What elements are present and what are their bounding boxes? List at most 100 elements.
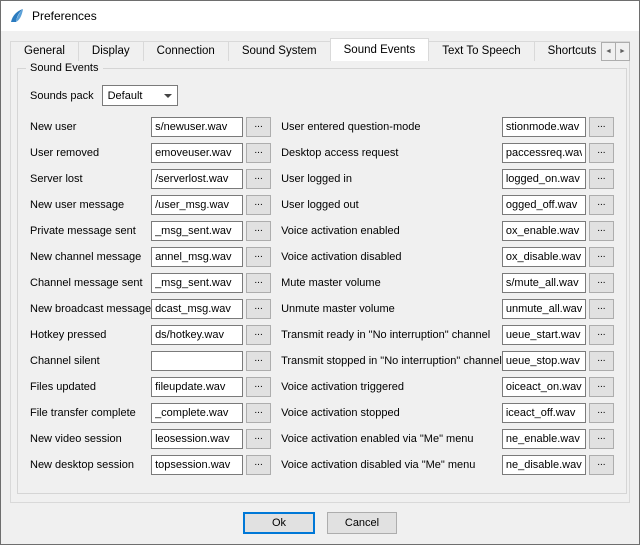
sound-file-input[interactable] (151, 117, 243, 137)
sound-event-row: Hotkey pressed... (30, 325, 271, 345)
preferences-window: Preferences GeneralDisplayConnectionSoun… (0, 0, 640, 545)
tab-scroll-right-button[interactable]: ► (615, 42, 630, 61)
sound-file-input[interactable] (151, 325, 243, 345)
browse-button[interactable]: ... (589, 325, 614, 345)
tab-scroll-left-button[interactable]: ◄ (601, 42, 616, 61)
sound-event-label: Channel silent (30, 355, 151, 367)
sound-event-label: Voice activation triggered (281, 381, 502, 393)
sound-file-input[interactable] (502, 143, 586, 163)
browse-button[interactable]: ... (246, 247, 271, 267)
events-col-left: New user...User removed...Server lost...… (30, 117, 271, 485)
sound-event-label: New desktop session (30, 459, 151, 471)
browse-button[interactable]: ... (246, 273, 271, 293)
browse-button[interactable]: ... (246, 143, 271, 163)
browse-button[interactable]: ... (589, 377, 614, 397)
browse-button[interactable]: ... (246, 117, 271, 137)
ok-button[interactable]: Ok (243, 512, 315, 534)
sound-file-input[interactable] (151, 195, 243, 215)
browse-button[interactable]: ... (589, 403, 614, 423)
sound-file-input[interactable] (502, 377, 586, 397)
sound-event-row: New channel message... (30, 247, 271, 267)
dialog-body: GeneralDisplayConnectionSound SystemSoun… (1, 31, 639, 544)
browse-button[interactable]: ... (246, 299, 271, 319)
sound-file-input[interactable] (151, 299, 243, 319)
app-icon (9, 8, 25, 24)
sound-file-input[interactable] (502, 455, 586, 475)
sound-file-input[interactable] (502, 325, 586, 345)
sound-file-input[interactable] (502, 221, 586, 241)
tab-sound-events[interactable]: Sound Events (330, 38, 430, 61)
sound-event-label: User logged out (281, 199, 502, 211)
cancel-button[interactable]: Cancel (327, 512, 397, 534)
sound-event-row: Channel message sent... (30, 273, 271, 293)
sound-file-input[interactable] (502, 299, 586, 319)
sound-event-row: Voice activation triggered... (281, 377, 614, 397)
browse-button[interactable]: ... (589, 273, 614, 293)
sound-event-label: Files updated (30, 381, 151, 393)
sound-event-row: Transmit ready in "No interruption" chan… (281, 325, 614, 345)
sounds-pack-row: Sounds pack Default (30, 85, 614, 106)
sound-event-label: New user message (30, 199, 151, 211)
browse-button[interactable]: ... (589, 247, 614, 267)
sound-event-label: Hotkey pressed (30, 329, 151, 341)
sound-file-input[interactable] (502, 273, 586, 293)
tab-connection[interactable]: Connection (143, 41, 229, 61)
sound-file-input[interactable] (502, 403, 586, 423)
browse-button[interactable]: ... (589, 169, 614, 189)
sound-event-row: New broadcast message... (30, 299, 271, 319)
tab-shortcuts[interactable]: Shortcuts (534, 41, 611, 61)
browse-button[interactable]: ... (246, 195, 271, 215)
sound-event-row: Voice activation enabled... (281, 221, 614, 241)
sound-event-row: Voice activation disabled via "Me" menu.… (281, 455, 614, 475)
browse-button[interactable]: ... (246, 351, 271, 371)
sound-file-input[interactable] (151, 169, 243, 189)
sound-event-label: File transfer complete (30, 407, 151, 419)
tab-sound-system[interactable]: Sound System (228, 41, 331, 61)
browse-button[interactable]: ... (246, 325, 271, 345)
sound-file-input[interactable] (502, 195, 586, 215)
browse-button[interactable]: ... (246, 221, 271, 241)
sound-event-label: Unmute master volume (281, 303, 502, 315)
browse-button[interactable]: ... (246, 403, 271, 423)
sound-file-input[interactable] (151, 403, 243, 423)
browse-button[interactable]: ... (246, 377, 271, 397)
sound-event-row: Unmute master volume... (281, 299, 614, 319)
sound-file-input[interactable] (502, 351, 586, 371)
sound-event-row: Server lost... (30, 169, 271, 189)
sound-file-input[interactable] (502, 117, 586, 137)
browse-button[interactable]: ... (589, 455, 614, 475)
sound-file-input[interactable] (502, 429, 586, 449)
browse-button[interactable]: ... (246, 169, 271, 189)
browse-button[interactable]: ... (589, 429, 614, 449)
sound-event-label: User removed (30, 147, 151, 159)
sound-file-input[interactable] (502, 169, 586, 189)
sound-file-input[interactable] (151, 273, 243, 293)
browse-button[interactable]: ... (589, 351, 614, 371)
sound-event-row: Desktop access request... (281, 143, 614, 163)
sound-file-input[interactable] (151, 377, 243, 397)
tab-text-to-speech[interactable]: Text To Speech (428, 41, 534, 61)
sounds-pack-select[interactable]: Default (102, 85, 178, 106)
browse-button[interactable]: ... (589, 299, 614, 319)
browse-button[interactable]: ... (589, 221, 614, 241)
events-col-right: User entered question-mode...Desktop acc… (281, 117, 614, 485)
sound-file-input[interactable] (151, 247, 243, 267)
browse-button[interactable]: ... (246, 429, 271, 449)
sound-file-input[interactable] (151, 221, 243, 241)
sound-event-label: Transmit stopped in "No interruption" ch… (281, 355, 502, 367)
sound-event-row: Private message sent... (30, 221, 271, 241)
browse-button[interactable]: ... (589, 117, 614, 137)
browse-button[interactable]: ... (589, 195, 614, 215)
browse-button[interactable]: ... (246, 455, 271, 475)
browse-button[interactable]: ... (589, 143, 614, 163)
tab-general[interactable]: General (10, 41, 79, 61)
tab-scroll: ◄ ► (602, 42, 630, 61)
sound-file-input[interactable] (151, 455, 243, 475)
sound-file-input[interactable] (151, 429, 243, 449)
sound-event-row: New desktop session... (30, 455, 271, 475)
sound-file-input[interactable] (151, 351, 243, 371)
sound-file-input[interactable] (151, 143, 243, 163)
sound-file-input[interactable] (502, 247, 586, 267)
tab-display[interactable]: Display (78, 41, 144, 61)
sound-event-row: User removed... (30, 143, 271, 163)
